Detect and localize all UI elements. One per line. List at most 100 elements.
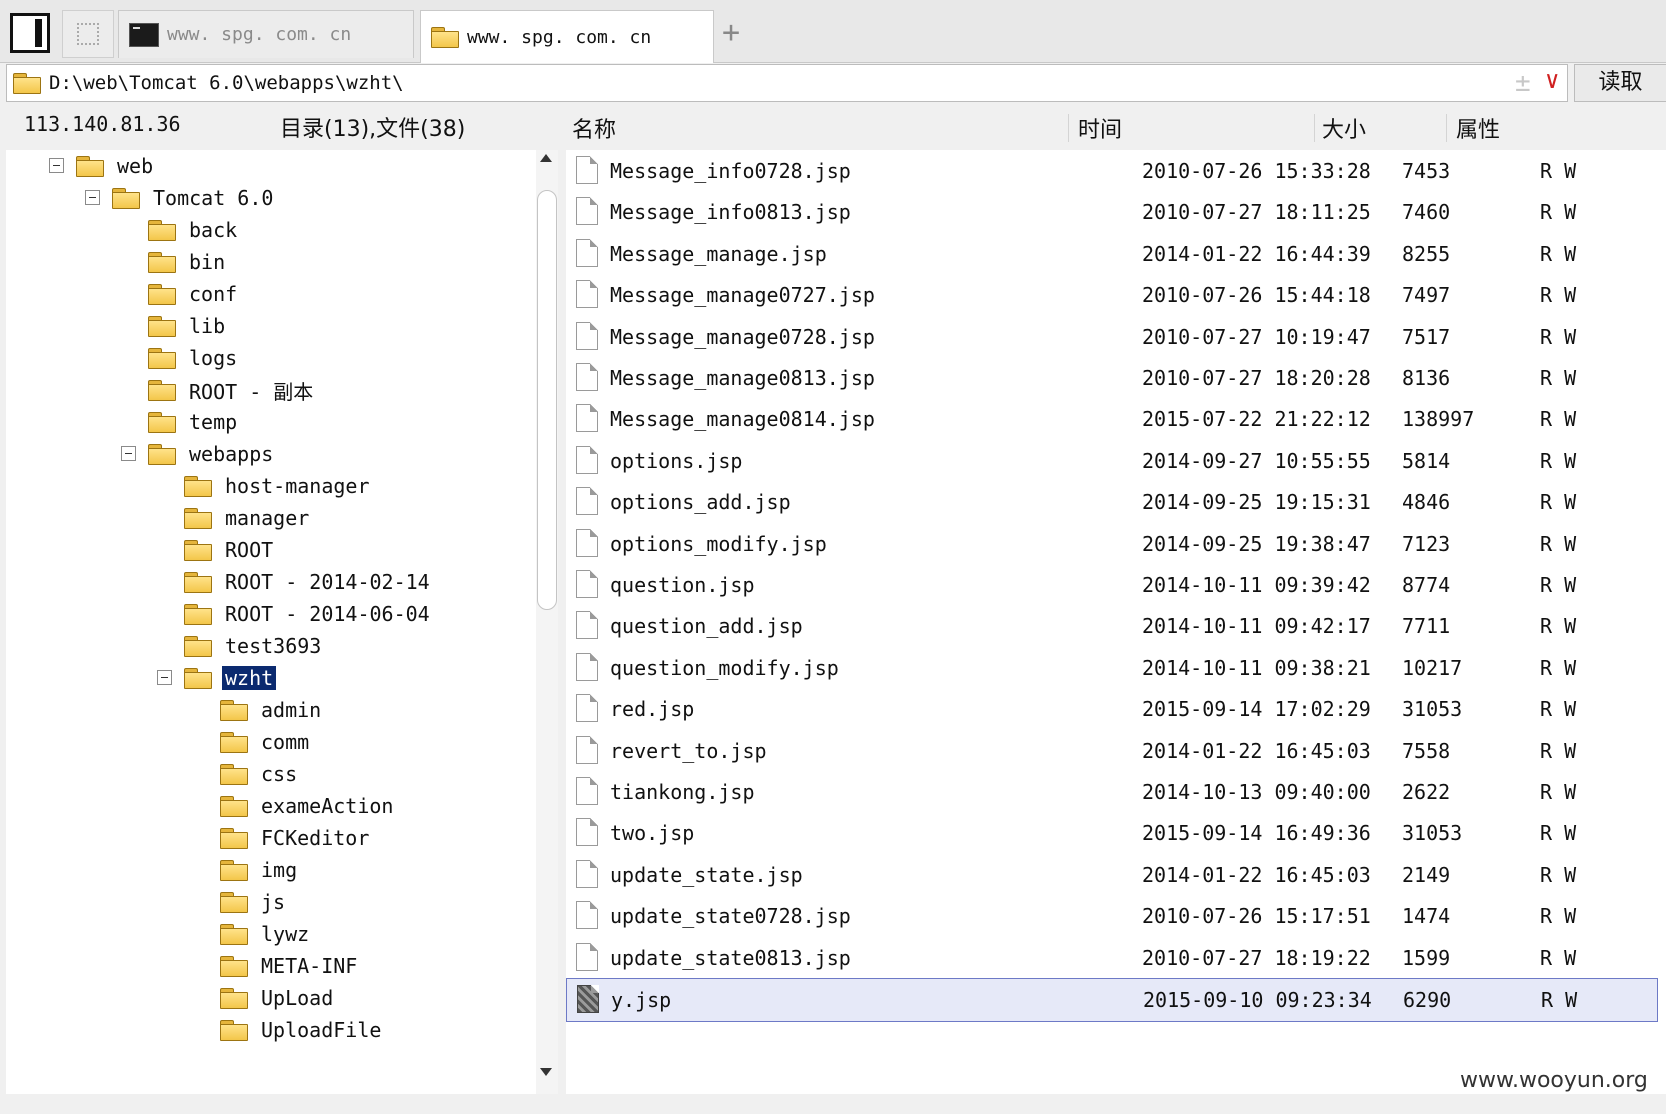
tree-node[interactable]: web — [76, 150, 156, 182]
folder-icon — [220, 987, 248, 1009]
file-row[interactable]: Message_manage0728.jsp 2010-07-27 10:19:4… — [566, 316, 1658, 360]
tree-node[interactable]: ROOT - 2014-02-14 — [184, 566, 433, 598]
tree-node[interactable]: js — [220, 886, 288, 918]
column-time[interactable]: 时间 — [1078, 112, 1122, 144]
file-row[interactable]: Message_info0813.jsp 2010-07-27 18:11:25 7… — [566, 191, 1658, 235]
tree-node[interactable]: exameAction — [220, 790, 396, 822]
tree-node[interactable]: test3693 — [184, 630, 324, 662]
file-row[interactable]: question_modify.jsp 2014-10-11 09:38:21 10… — [566, 647, 1658, 691]
column-divider[interactable] — [1314, 114, 1315, 142]
file-icon — [576, 694, 598, 722]
tree-node-label: ROOT - 2014-02-14 — [225, 570, 430, 594]
tree-node[interactable]: comm — [220, 726, 312, 758]
folder-icon — [184, 571, 212, 593]
folder-icon — [13, 72, 41, 94]
scroll-thumb[interactable] — [537, 190, 557, 610]
file-icon — [576, 363, 598, 391]
tree-node[interactable]: host-manager — [184, 470, 373, 502]
up-directory-icon[interactable]: ± — [1515, 68, 1531, 98]
collapse-toggle-icon[interactable] — [49, 158, 64, 173]
file-row[interactable]: update_state0728.jsp 2010-07-26 15:17:51 1… — [566, 895, 1658, 939]
path-input[interactable] — [49, 72, 1479, 94]
file-row[interactable]: question_add.jsp 2014-10-11 09:42:17 7711 R… — [566, 605, 1658, 649]
scroll-up-icon[interactable] — [540, 154, 552, 162]
tree-node[interactable]: UploadFile — [220, 1014, 384, 1046]
tree-node[interactable]: img — [220, 854, 300, 886]
folder-icon — [184, 635, 212, 657]
file-size: 138997 — [1402, 407, 1475, 431]
tab-label: www. spg. com. cn — [167, 24, 352, 45]
column-attributes[interactable]: 属性 — [1456, 112, 1500, 144]
empty-tab-icon[interactable] — [62, 10, 114, 58]
file-row[interactable]: options_add.jsp 2014-09-25 19:15:31 4846 R … — [566, 481, 1658, 525]
file-row[interactable]: Message_manage0813.jsp 2010-07-27 18:20:2… — [566, 357, 1658, 401]
tree-node[interactable]: FCKeditor — [220, 822, 372, 854]
column-size[interactable]: 大小 — [1322, 112, 1366, 144]
file-size: 10217 — [1402, 656, 1463, 680]
tree-node[interactable]: META-INF — [220, 950, 360, 982]
folder-icon — [148, 347, 176, 369]
file-row[interactable]: revert_to.jsp 2014-01-22 16:45:03 7558 R W — [566, 730, 1658, 774]
file-name: red.jsp — [610, 697, 695, 721]
file-icon — [576, 529, 598, 557]
file-row[interactable]: tiankong.jsp 2014-10-13 09:40:00 2622 R W — [566, 771, 1658, 815]
folder-icon — [184, 507, 212, 529]
file-row[interactable]: update_state.jsp 2014-01-22 16:45:03 2149 R… — [566, 854, 1658, 898]
file-row[interactable]: options.jsp 2014-09-27 10:55:55 5814 R W — [566, 440, 1658, 484]
tree-node[interactable]: lib — [148, 310, 228, 342]
file-row[interactable]: update_state0813.jsp 2010-07-27 18:19:22 1… — [566, 937, 1658, 981]
tree-node[interactable]: ROOT - 2014-06-04 — [184, 598, 433, 630]
file-row[interactable]: Message_manage0814.jsp 2015-07-22 21:22:1… — [566, 398, 1658, 442]
tree-scrollbar[interactable] — [536, 150, 558, 1094]
file-name: options_add.jsp — [610, 490, 791, 514]
tree-node[interactable]: back — [148, 214, 240, 246]
tab-file-manager[interactable]: www. spg. com. cn — [420, 10, 714, 63]
tree-node[interactable]: Tomcat 6.0 — [112, 182, 276, 214]
tree-node[interactable]: ROOT - 副本 — [148, 374, 316, 406]
file-row[interactable]: question.jsp 2014-10-11 09:39:42 8774 R W — [566, 564, 1658, 608]
file-time: 2014-10-11 09:42:17 — [1142, 614, 1371, 638]
tree-node[interactable]: UpLoad — [220, 982, 336, 1014]
collapse-toggle-icon[interactable] — [157, 670, 172, 685]
tree-node[interactable]: lywz — [220, 918, 312, 950]
tree-node[interactable]: manager — [184, 502, 312, 534]
tree-node-label: temp — [189, 410, 238, 434]
read-button[interactable]: 读取 — [1574, 64, 1666, 102]
file-name: Message_manage0814.jsp — [610, 407, 875, 431]
chevron-down-icon[interactable]: ∨ — [1545, 66, 1559, 94]
tree-node[interactable]: bin — [148, 246, 228, 278]
file-row[interactable]: two.jsp 2015-09-14 16:49:36 31053 R W — [566, 812, 1658, 856]
collapse-toggle-icon[interactable] — [85, 190, 100, 205]
column-divider[interactable] — [1068, 114, 1069, 142]
collapse-toggle-icon[interactable] — [121, 446, 136, 461]
file-row[interactable]: Message_manage0727.jsp 2010-07-26 15:44:1… — [566, 274, 1658, 318]
tree-node[interactable]: ROOT — [184, 534, 276, 566]
file-name: question_add.jsp — [610, 614, 803, 638]
file-row[interactable]: Message_manage.jsp 2014-01-22 16:44:39 825… — [566, 233, 1658, 277]
file-time: 2015-09-14 16:49:36 — [1142, 821, 1371, 845]
tree-node[interactable]: admin — [220, 694, 324, 726]
tree-node[interactable]: logs — [148, 342, 240, 374]
file-row[interactable]: Message_info0728.jsp 2010-07-26 15:33:28 7… — [566, 150, 1658, 194]
scroll-down-icon[interactable] — [540, 1068, 552, 1076]
folder-icon — [148, 219, 176, 241]
tree-node[interactable]: webapps — [148, 438, 276, 470]
file-time: 2010-07-27 18:11:25 — [1142, 200, 1371, 224]
tree-node[interactable]: wzht — [184, 662, 277, 694]
file-row[interactable]: red.jsp 2015-09-14 17:02:29 31053 R W — [566, 688, 1658, 732]
tree-node[interactable]: temp — [148, 406, 240, 438]
tree-node[interactable]: css — [220, 758, 300, 790]
folder-icon — [220, 859, 248, 881]
column-name[interactable]: 名称 — [572, 112, 616, 144]
tree-node[interactable]: conf — [148, 278, 240, 310]
add-tab-icon[interactable]: + — [722, 18, 740, 48]
tab-terminal[interactable]: www. spg. com. cn — [118, 10, 414, 58]
file-attributes: R W — [1540, 946, 1577, 970]
file-row[interactable]: y.jsp 2015-09-10 09:23:34 6290 R W — [566, 978, 1658, 1022]
panel-toggle-icon[interactable] — [10, 13, 50, 53]
file-row[interactable]: options_modify.jsp 2014-09-25 19:38:47 712… — [566, 523, 1658, 567]
column-divider[interactable] — [1446, 114, 1447, 142]
file-attributes: R W — [1540, 449, 1577, 473]
tree-node-label: lib — [189, 314, 226, 338]
folder-icon — [220, 731, 248, 753]
